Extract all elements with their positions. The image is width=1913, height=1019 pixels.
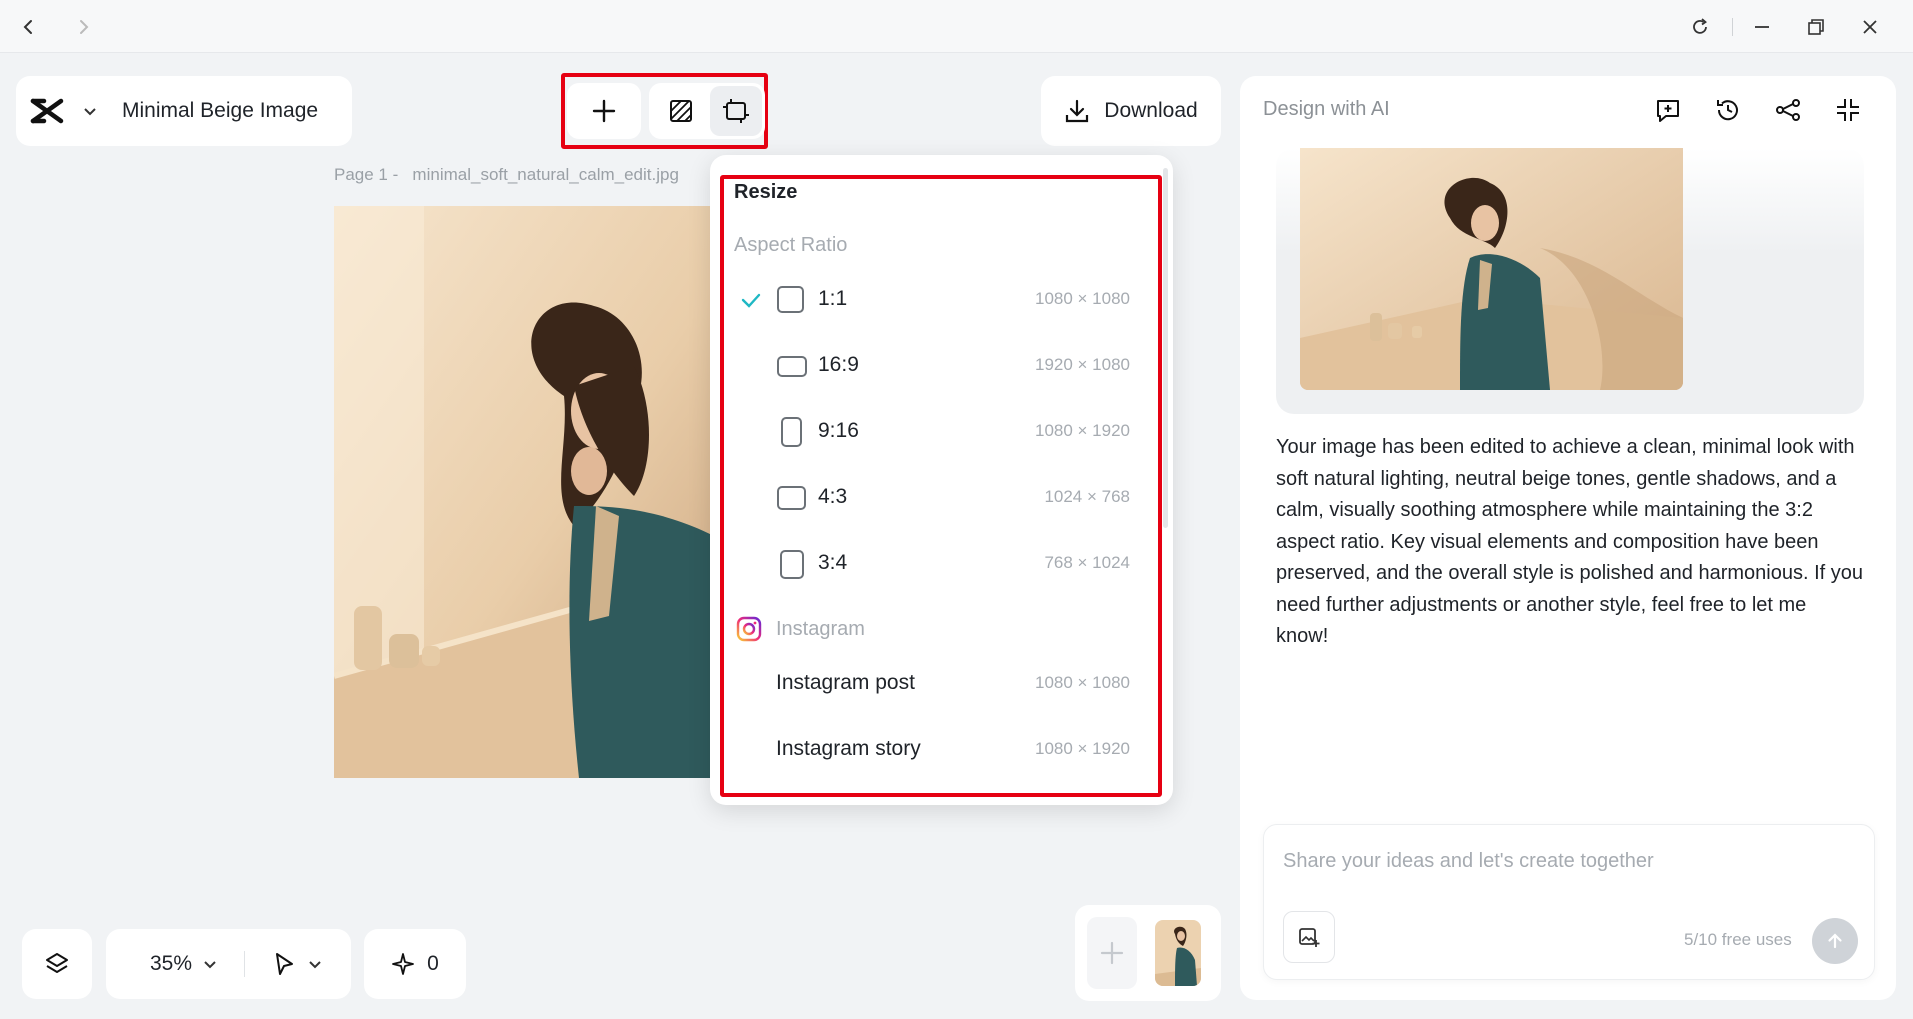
send-button[interactable] [1812,918,1858,964]
background-pattern-button[interactable] [652,83,710,139]
option-dims: 1080 × 1080 [1034,673,1130,692]
layers-button[interactable] [22,929,92,999]
collapse-icon [1837,99,1859,121]
ratio-dims: 1920 × 1080 [1034,355,1130,374]
download-label: Download [1104,99,1198,122]
ratio-option-3-4[interactable]: 3:4 768 × 1024 [730,535,1130,593]
restore-button[interactable] [1799,10,1833,44]
sparkle-icon [392,953,415,975]
arrow-up-icon [1828,933,1842,949]
ratio-label: 1:1 [818,287,848,310]
app-logo-icon[interactable] [30,97,64,125]
canvas-image[interactable] [334,206,729,778]
result-preview-image[interactable] [1300,148,1683,390]
restore-icon [1808,19,1824,35]
add-image-button[interactable] [1283,911,1335,963]
prompt-input[interactable]: Share your ideas and let's create togeth… [1283,850,1654,873]
minimize-button[interactable] [1745,10,1779,44]
zoom-controls: 35% [106,929,351,999]
chevron-down-icon[interactable] [307,956,323,972]
portrait-ratio-icon [780,550,804,579]
option-label: Instagram story [776,737,921,760]
ratio-dims: 1080 × 1920 [1034,421,1130,440]
image-plus-icon [1299,928,1320,947]
minimize-icon [1755,26,1769,28]
page-thumbnail[interactable] [1155,920,1201,986]
history-icon [1717,100,1738,121]
resize-button[interactable] [710,86,762,136]
square-ratio-icon [777,286,804,313]
chevron-down-icon[interactable] [202,956,218,972]
titlebar-divider [1732,18,1733,36]
instagram-story-option[interactable]: Instagram story 1080 × 1920 [730,721,1130,779]
ratio-dims: 1024 × 768 [1044,487,1130,506]
chevron-right-icon [80,20,89,34]
plus-icon [592,99,616,123]
option-dims: 1080 × 1920 [1034,739,1130,758]
ratio-label: 3:4 [818,551,848,574]
forward-button[interactable] [66,10,100,44]
portrait-ratio-icon [781,417,802,447]
ratio-dims: 768 × 1024 [1044,553,1130,572]
pointer-tool-icon[interactable] [271,951,297,977]
ratio-label: 4:3 [818,485,848,508]
instagram-icon [736,616,762,642]
add-page-button[interactable] [1087,917,1137,989]
ai-credits-button[interactable]: 0 [364,929,466,999]
back-button[interactable] [12,10,46,44]
instagram-heading: Instagram [776,618,865,640]
ratio-option-1-1[interactable]: 1:1 1080 × 1080 [730,271,1130,329]
ratio-option-4-3[interactable]: 4:3 1024 × 768 [730,469,1130,527]
download-icon [1066,99,1089,123]
resize-title: Resize [734,181,798,203]
aspect-ratio-heading: Aspect Ratio [734,234,848,256]
document-header: Minimal Beige Image [16,76,352,146]
document-title[interactable]: Minimal Beige Image [122,99,318,123]
page-label: Page 1 - minimal_soft_natural_calm_edit.… [334,165,679,184]
checkmark-icon [741,293,761,308]
landscape-ratio-icon [777,356,807,377]
zoom-divider [244,951,246,977]
share-nodes-icon [1776,99,1800,121]
ratio-label: 9:16 [818,419,859,442]
ratio-label: 16:9 [818,353,859,376]
edit-tools [649,83,765,139]
free-uses-counter: 5/10 free uses [1684,930,1792,949]
canvas-tools-group [561,73,768,149]
ai-panel-title: Design with AI [1263,98,1390,120]
history-button[interactable] [1708,90,1748,130]
download-button[interactable]: Download [1041,76,1221,146]
zoom-level[interactable]: 35% [150,952,192,976]
chevron-left-icon [23,20,32,34]
hatch-pattern-icon [670,100,692,122]
landscape-ratio-icon [777,486,806,510]
close-button[interactable] [1853,10,1887,44]
resize-icon [723,99,749,123]
add-element-button[interactable] [567,83,641,139]
page-thumbnails [1075,905,1221,1001]
collapse-panel-button[interactable] [1828,90,1868,130]
chevron-down-icon[interactable] [82,103,98,119]
prompt-input-box[interactable] [1263,824,1875,980]
share-button[interactable] [1768,90,1808,130]
credits-count: 0 [427,952,439,975]
layers-icon [46,953,68,973]
ratio-option-9-16[interactable]: 9:16 1080 × 1920 [730,403,1130,461]
ai-response-message: Your image has been edited to achieve a … [1276,436,1864,647]
reload-button[interactable] [1683,10,1717,44]
plus-icon [1100,941,1124,965]
ratio-option-16-9[interactable]: 16:9 1920 × 1080 [730,337,1130,395]
dropdown-scrollbar[interactable] [1163,168,1168,528]
close-icon [1863,20,1877,34]
option-label: Instagram post [776,671,915,694]
new-chat-icon [1657,100,1679,122]
instagram-post-option[interactable]: Instagram post 1080 × 1080 [730,655,1130,713]
reload-icon [1693,18,1707,34]
window-titlebar [0,0,1913,53]
ratio-dims: 1080 × 1080 [1034,289,1130,308]
new-chat-button[interactable] [1648,90,1688,130]
